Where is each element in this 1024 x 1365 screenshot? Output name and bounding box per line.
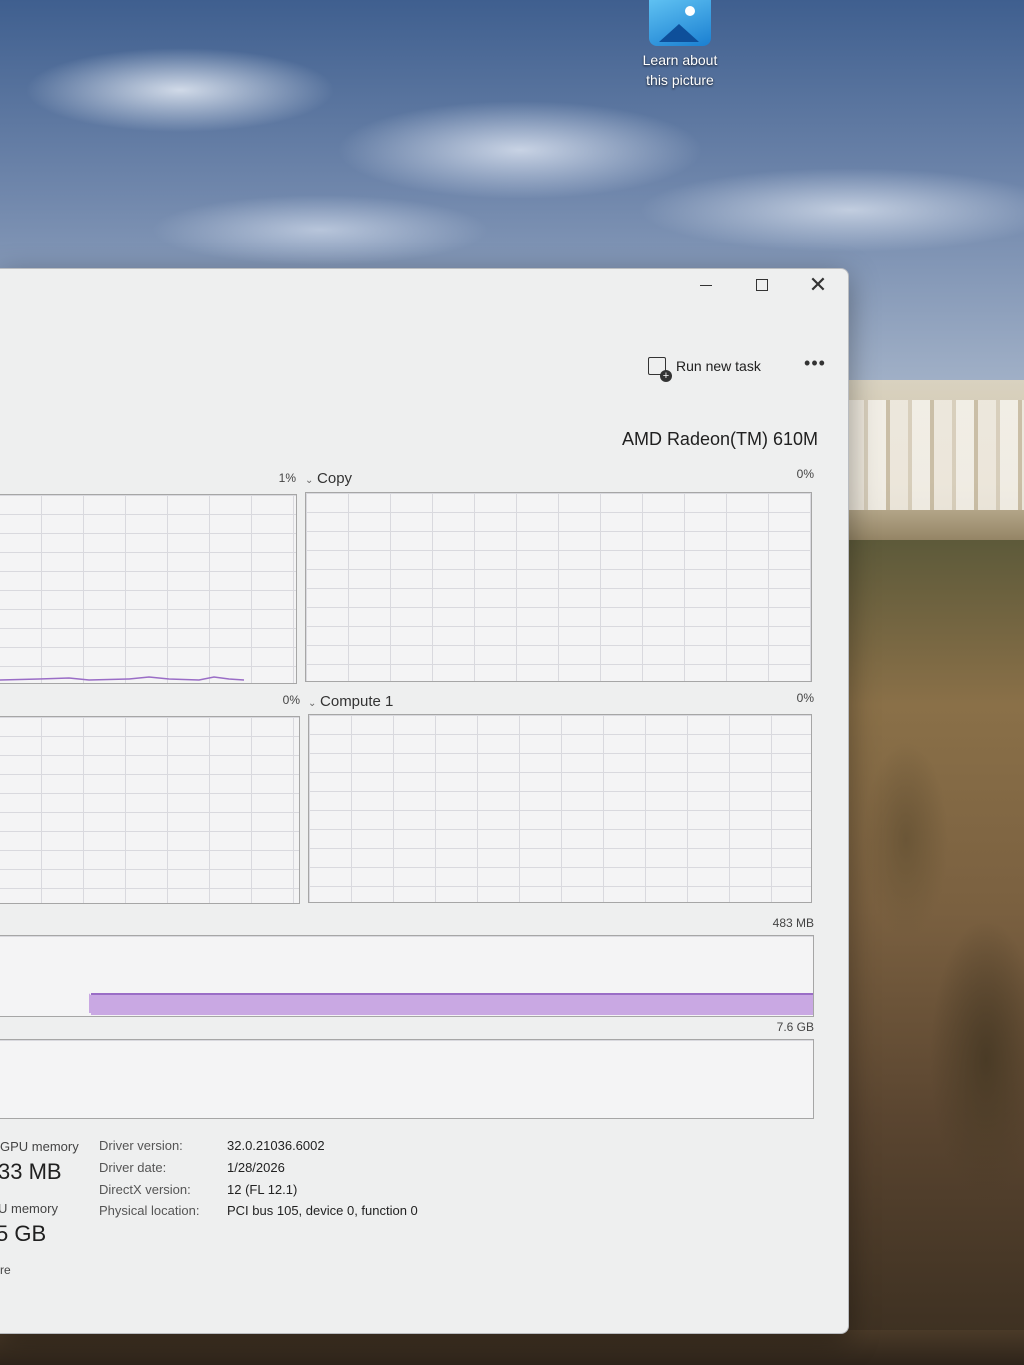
engine-4-graph bbox=[308, 714, 812, 903]
gpu-name: AMD Radeon(TM) 610M bbox=[621, 429, 818, 449]
caption-line-2: this picture bbox=[646, 72, 714, 88]
shared-memory-graph bbox=[0, 1039, 814, 1119]
task-manager-window: ✕ Run new task ••• AMD Radeon(TM) 610M 1… bbox=[0, 268, 849, 1334]
picture-info-icon bbox=[649, 0, 711, 46]
ground-background bbox=[0, 1330, 1024, 1365]
minimize-button[interactable] bbox=[678, 269, 734, 301]
command-bar: Run new task ••• bbox=[0, 339, 848, 387]
engine-4-dropdown[interactable]: ⌄ Compute 1 bbox=[308, 693, 393, 710]
engine-1-usage-line bbox=[0, 676, 245, 681]
cliff-background bbox=[846, 540, 1024, 1365]
shared-memory-label: U memory bbox=[0, 1201, 58, 1216]
learn-about-picture-shortcut[interactable]: Learn about this picture bbox=[634, 0, 726, 90]
physical-location-key: Physical location: bbox=[99, 1203, 200, 1218]
caption-line-1: Learn about bbox=[642, 52, 718, 68]
run-new-task-button[interactable]: Run new task bbox=[648, 355, 761, 382]
close-button[interactable]: ✕ bbox=[790, 269, 846, 301]
engine-2-percent: 0% bbox=[796, 467, 814, 481]
memory-usage-fill bbox=[91, 993, 813, 1015]
maximize-button[interactable] bbox=[734, 269, 790, 301]
physical-location-value: PCI bus 105, device 0, function 0 bbox=[227, 1203, 418, 1218]
shared-memory-value: 5 GB bbox=[0, 1221, 47, 1246]
engine-1-percent: 1% bbox=[278, 471, 296, 485]
driver-date-key: Driver date: bbox=[99, 1160, 167, 1175]
dedicated-memory-graph bbox=[0, 935, 814, 1017]
close-icon: ✕ bbox=[808, 272, 828, 297]
directx-version-value: 12 (FL 12.1) bbox=[227, 1182, 298, 1197]
driver-version-value: 32.0.21036.6002 bbox=[227, 1138, 325, 1153]
engine-4-label: Compute 1 bbox=[320, 693, 394, 710]
dedicated-memory-max: 483 MB bbox=[772, 916, 814, 930]
engine-2-graph bbox=[305, 492, 812, 682]
more-options-button[interactable]: ••• bbox=[800, 353, 830, 377]
run-task-icon bbox=[648, 357, 672, 382]
chevron-down-icon: ⌄ bbox=[305, 475, 314, 486]
town-background bbox=[846, 380, 1024, 550]
chevron-down-icon: ⌄ bbox=[308, 698, 317, 709]
engine-4-percent: 0% bbox=[796, 691, 814, 705]
gpu-memory-value: 33 MB bbox=[0, 1159, 62, 1184]
engine-1-graph bbox=[0, 494, 297, 684]
engine-2-dropdown[interactable]: ⌄ Copy bbox=[305, 470, 352, 487]
run-new-task-label: Run new task bbox=[676, 358, 761, 374]
shared-memory-max: 7.6 GB bbox=[776, 1020, 814, 1034]
directx-version-key: DirectX version: bbox=[99, 1182, 191, 1197]
title-bar[interactable]: ✕ bbox=[0, 269, 848, 303]
maximize-icon bbox=[756, 279, 768, 291]
gpu-memory-label: GPU memory bbox=[0, 1139, 79, 1154]
shortcut-caption: Learn about this picture bbox=[634, 50, 726, 90]
engine-3-percent: 0% bbox=[282, 693, 300, 707]
driver-date-value: 1/28/2026 bbox=[227, 1160, 285, 1175]
engine-3-graph bbox=[0, 716, 300, 904]
driver-version-key: Driver version: bbox=[99, 1138, 183, 1153]
minimize-icon bbox=[700, 284, 712, 286]
footer-fragment: re bbox=[0, 1263, 11, 1277]
engine-2-label: Copy bbox=[317, 470, 353, 487]
